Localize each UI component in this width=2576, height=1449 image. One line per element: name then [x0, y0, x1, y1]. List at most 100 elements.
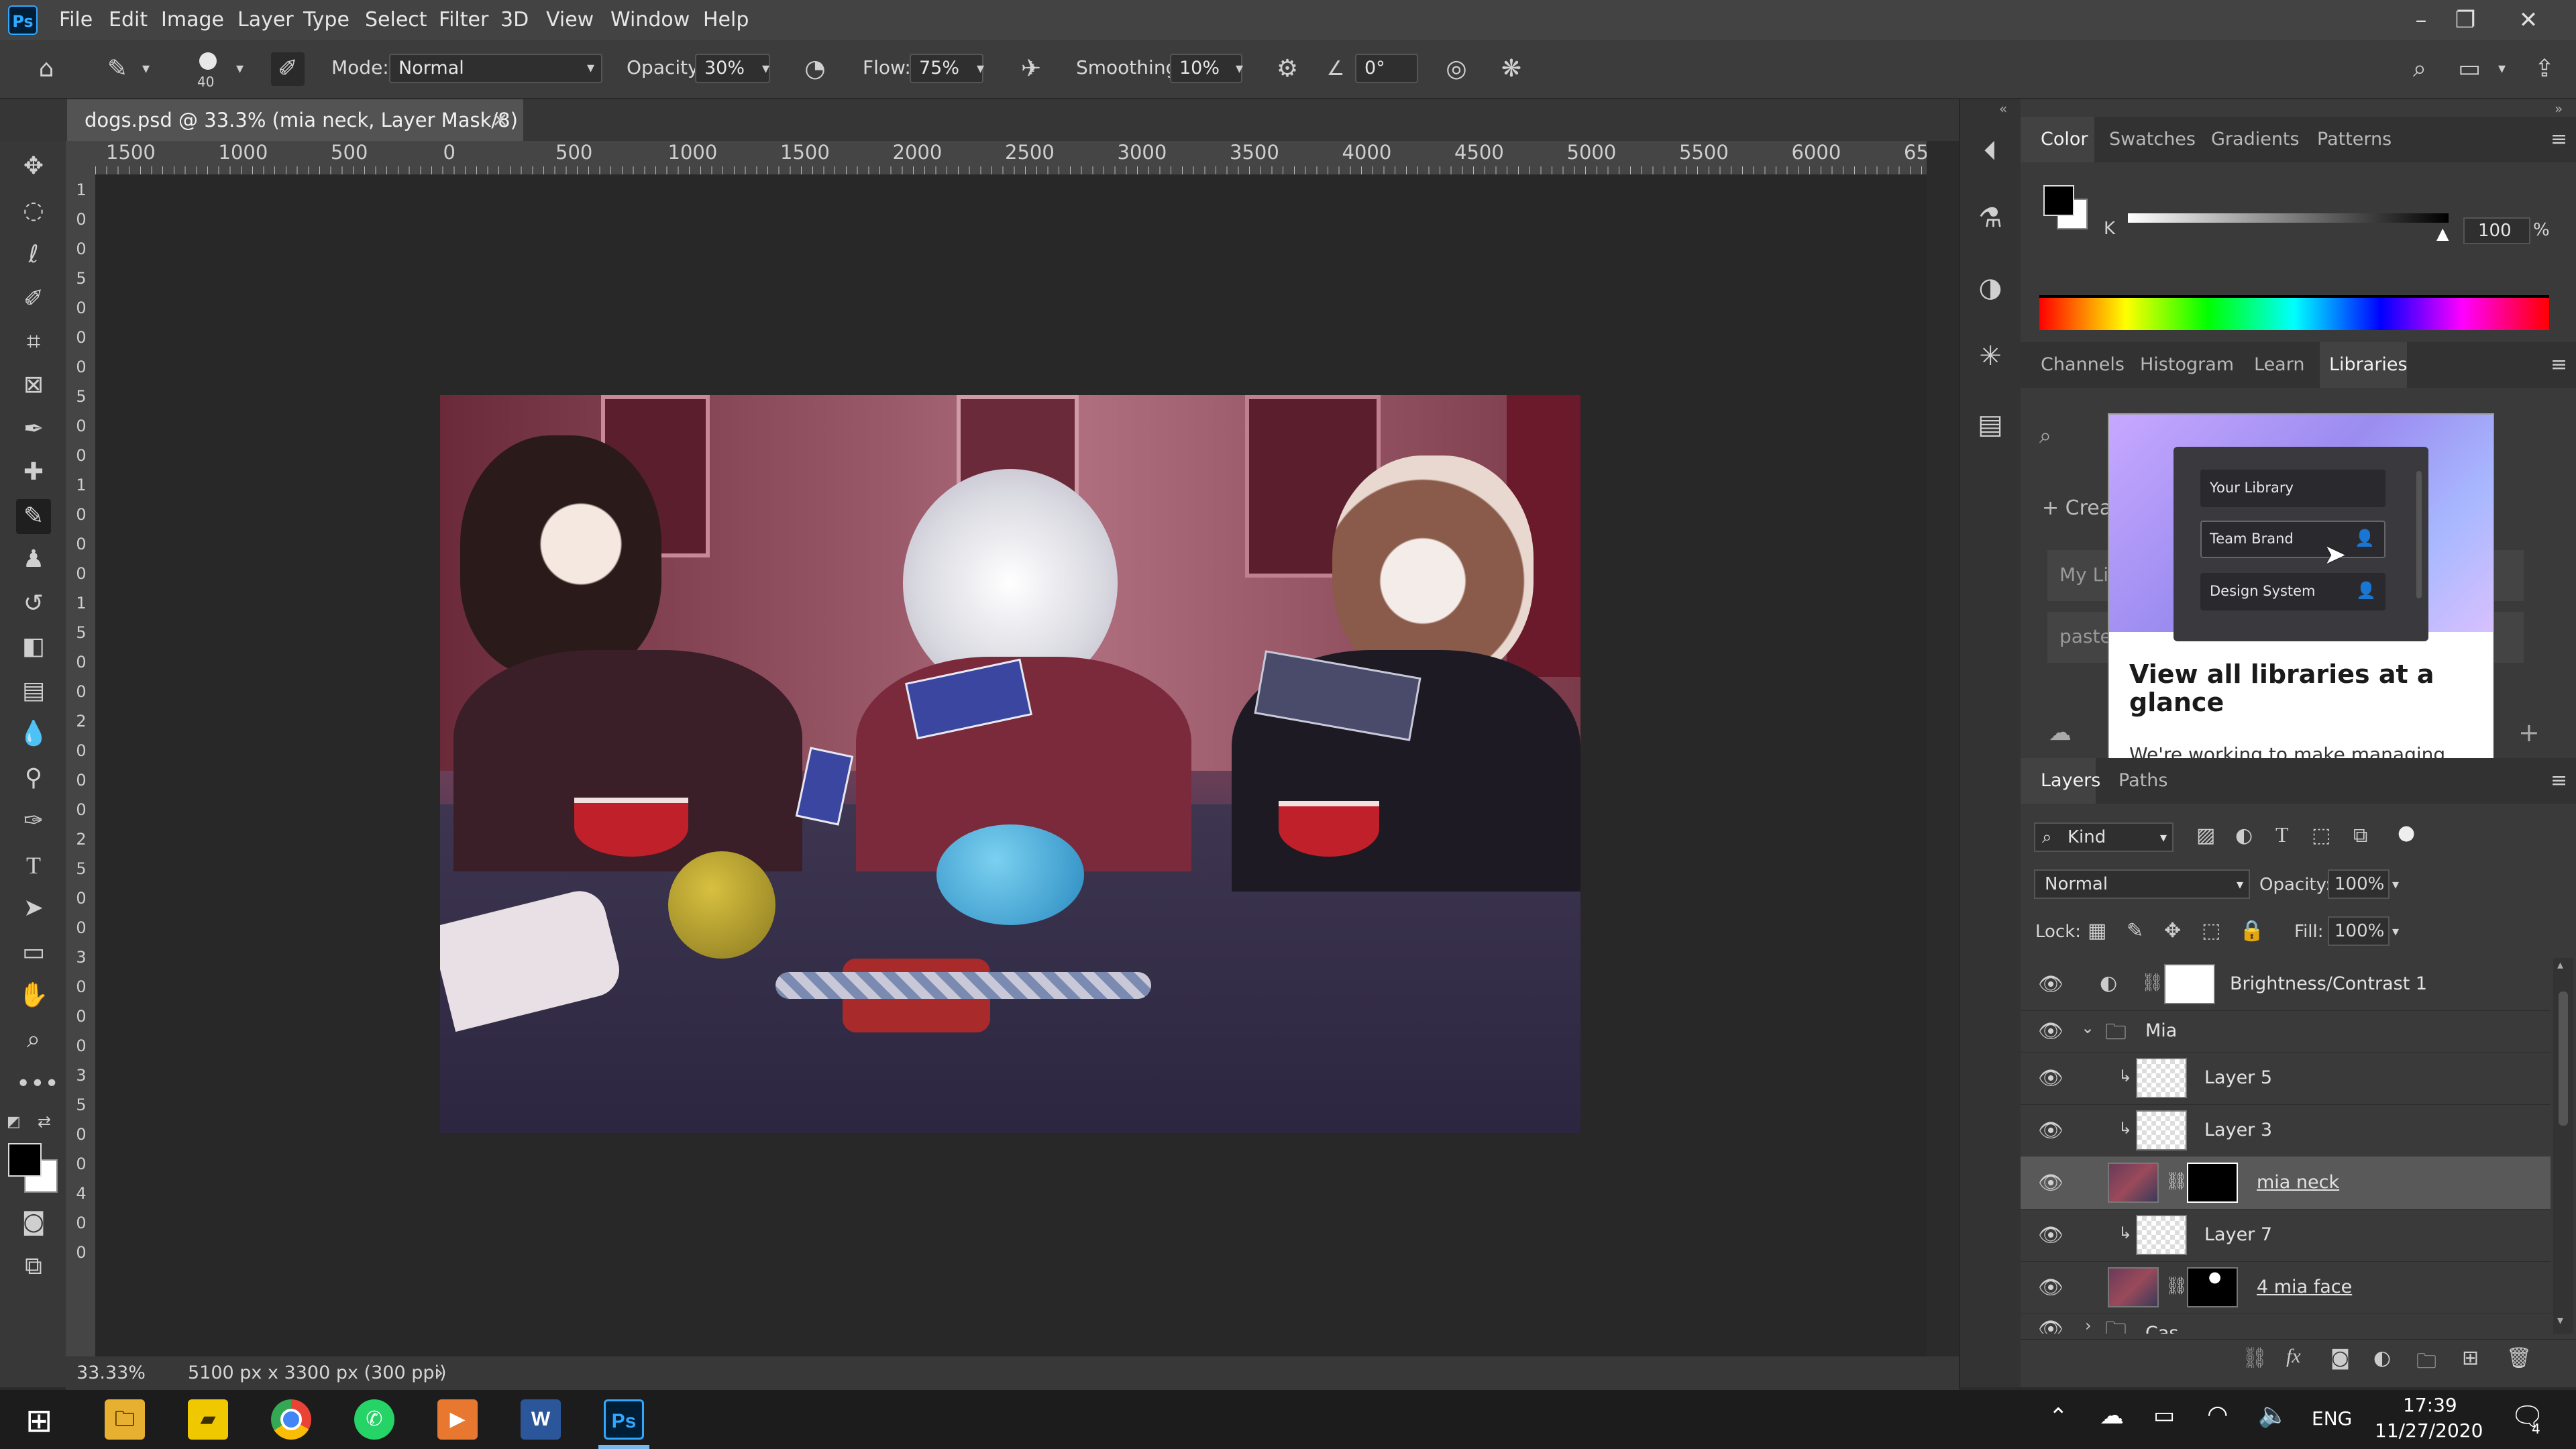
language-indicator[interactable]: ENG [2312, 1407, 2352, 1430]
layer-row[interactable]: 👁 ↳ Layer 7 [2021, 1209, 2551, 1262]
menu-help[interactable]: Help [703, 0, 749, 40]
chrome-icon[interactable] [271, 1399, 311, 1440]
panel-menu-icon[interactable]: ≡ [2551, 353, 2567, 376]
stamp-tool-icon[interactable]: ♟ [16, 542, 51, 577]
visibility-eye-icon[interactable]: 👁 [2038, 1119, 2063, 1142]
menu-filter[interactable]: Filter [439, 0, 488, 40]
menu-edit[interactable]: Edit [109, 0, 148, 40]
more-tools-icon[interactable]: ••• [16, 1067, 59, 1102]
workspace-icon[interactable]: ▭ [2453, 52, 2486, 86]
menu-type[interactable]: Type [303, 0, 350, 40]
layer-style-icon[interactable]: fx [2286, 1345, 2301, 1368]
brush-settings-icon[interactable]: ✐ [271, 52, 305, 86]
layer-thumbnail[interactable] [2136, 1058, 2187, 1098]
eraser-tool-icon[interactable]: ◧ [16, 629, 51, 664]
path-select-tool-icon[interactable]: ➤ [16, 891, 51, 926]
menu-window[interactable]: Window [610, 0, 690, 40]
lock-artboard-icon[interactable]: ⬚ [2202, 919, 2220, 943]
blend-mode-select[interactable]: Normal ▾ [2034, 869, 2250, 899]
foreground-color-swatch[interactable] [8, 1143, 42, 1177]
brush-tool-icon[interactable]: ✎ [16, 499, 51, 534]
layer-row[interactable]: 👁 ↳ Layer 3 [2021, 1104, 2551, 1157]
smoothing-dropdown[interactable]: ▾ [1236, 60, 1243, 77]
create-library-link[interactable]: + Crea [2042, 496, 2112, 520]
add-mask-icon[interactable]: ◙ [2330, 1346, 2350, 1370]
close-tab-button[interactable]: × [492, 99, 508, 141]
link-icon[interactable]: ⛓ [2165, 1276, 2188, 1296]
new-adjustment-icon[interactable]: ◐ [2373, 1346, 2391, 1370]
library-search-icon[interactable]: ⌕ [2039, 423, 2051, 449]
color-foreground-swatch[interactable] [2043, 185, 2074, 216]
ruler-horizontal[interactable]: 1500 1000 500 0 500 1000 1500 2000 2500 3000 3500 4… [95, 141, 1927, 175]
new-layer-icon[interactable]: ⊞ [2462, 1346, 2479, 1370]
filter-smart-object-icon[interactable]: ⧉ [2353, 824, 2367, 847]
marquee-tool-icon[interactable]: ◌ [16, 193, 51, 228]
group-name[interactable]: Mia [2145, 1010, 2177, 1052]
swap-colors-icon[interactable]: ⇄ [38, 1112, 51, 1131]
layer-name[interactable]: Brightness/Contrast 1 [2230, 958, 2427, 1010]
history-brush-tool-icon[interactable]: ↺ [16, 586, 51, 621]
layer-name[interactable]: Layer 5 [2204, 1052, 2272, 1104]
properties-panel-icon[interactable]: ▤ [1972, 407, 2008, 443]
layer-thumbnail[interactable] [2136, 1110, 2187, 1150]
whatsapp-icon[interactable]: ✆ [354, 1399, 394, 1440]
tab-gradients[interactable]: Gradients [2211, 117, 2300, 162]
file-explorer-icon[interactable]: 🗀 [105, 1399, 145, 1440]
flow-input[interactable]: 75% [910, 54, 983, 83]
dodge-tool-icon[interactable]: ⚲ [16, 761, 51, 796]
menu-select[interactable]: Select [365, 0, 427, 40]
close-button[interactable]: ✕ [2498, 0, 2559, 40]
visibility-eye-icon[interactable]: 👁 [2038, 1171, 2063, 1195]
brush-tool-icon[interactable]: ✎ [101, 52, 134, 86]
panel-menu-icon[interactable]: ≡ [2551, 127, 2567, 151]
filter-toggle-icon[interactable]: ● [2398, 821, 2415, 845]
collapse-dock-icon[interactable]: « [1999, 101, 2007, 117]
visibility-eye-icon[interactable]: 👁 [2038, 973, 2063, 996]
hand-tool-icon[interactable]: ✋ [16, 978, 51, 1013]
scroll-down-icon[interactable]: ▾ [2557, 1313, 2563, 1328]
chevron-down-icon[interactable]: ⌄ [2081, 1018, 2094, 1037]
layer-thumbnail[interactable] [2108, 1267, 2159, 1307]
document-image[interactable] [440, 395, 1580, 1133]
status-menu-arrow[interactable]: › [436, 1356, 443, 1390]
airbrush-icon[interactable]: ✈ [1014, 52, 1048, 86]
battery-icon[interactable]: ▭ [2153, 1402, 2175, 1429]
volume-icon[interactable]: 🔈 [2258, 1401, 2288, 1429]
default-colors-icon[interactable]: ◩ [7, 1114, 21, 1130]
tab-learn[interactable]: Learn [2254, 342, 2304, 388]
layer-group-row[interactable]: 👁 ⌄ 🗀 Mia [2021, 1010, 2551, 1053]
restore-button[interactable]: ❐ [2435, 0, 2496, 40]
home-icon[interactable]: ⌂ [30, 52, 63, 86]
expand-panels-icon[interactable]: » [2555, 101, 2563, 117]
link-icon[interactable]: ⛓ [2165, 1171, 2188, 1191]
lasso-tool-icon[interactable]: ℓ [16, 237, 51, 272]
filter-pixel-icon[interactable]: ▨ [2196, 824, 2215, 847]
visibility-eye-icon[interactable]: 👁 [2038, 1224, 2063, 1247]
flow-dropdown[interactable]: ▾ [977, 60, 984, 77]
tab-patterns[interactable]: Patterns [2317, 117, 2392, 162]
layer-name[interactable]: mia neck [2257, 1157, 2339, 1209]
brush-settings-panel-icon[interactable]: ✳ [1972, 338, 2008, 374]
blur-tool-icon[interactable]: 💧 [16, 716, 51, 751]
color-spectrum-bar[interactable] [2039, 295, 2549, 330]
layer-thumbnail[interactable] [2108, 1163, 2159, 1203]
angle-input[interactable]: 0° [1355, 54, 1418, 83]
menu-view[interactable]: View [546, 0, 594, 40]
share-icon[interactable]: ⇪ [2528, 52, 2561, 86]
workspace-dropdown[interactable]: ▾ [2498, 60, 2506, 77]
photoshop-taskbar-icon[interactable]: Ps [604, 1399, 644, 1440]
tab-channels[interactable]: Channels [2041, 342, 2125, 388]
symmetry-icon[interactable]: ❋ [1495, 52, 1528, 86]
opacity-dropdown[interactable]: ▾ [762, 60, 769, 77]
ruler-vertical[interactable]: 1 0 0 5 0 0 0 5 0 0 1 0 0 0 1 5 0 0 2 0 0 0 2 5 0 0 3 0 0 0 3 5 0 0 4 0 0 [66, 174, 96, 1356]
layer-mask-thumbnail[interactable] [2187, 1163, 2238, 1203]
layers-scrollbar[interactable]: ▴ ▾ [2553, 958, 2573, 1334]
ruler-origin[interactable] [66, 141, 95, 174]
pen-tool-icon[interactable]: ✑ [16, 804, 51, 839]
mode-select[interactable]: Normal ▾ [389, 54, 602, 83]
menu-image[interactable]: Image [161, 0, 224, 40]
sticky-notes-icon[interactable]: ▰ [188, 1399, 228, 1440]
filter-type-icon[interactable]: T [2275, 822, 2289, 847]
visibility-eye-icon[interactable]: 👁 [2038, 1318, 2063, 1334]
link-layers-icon[interactable]: ⛓ [2242, 1346, 2267, 1370]
